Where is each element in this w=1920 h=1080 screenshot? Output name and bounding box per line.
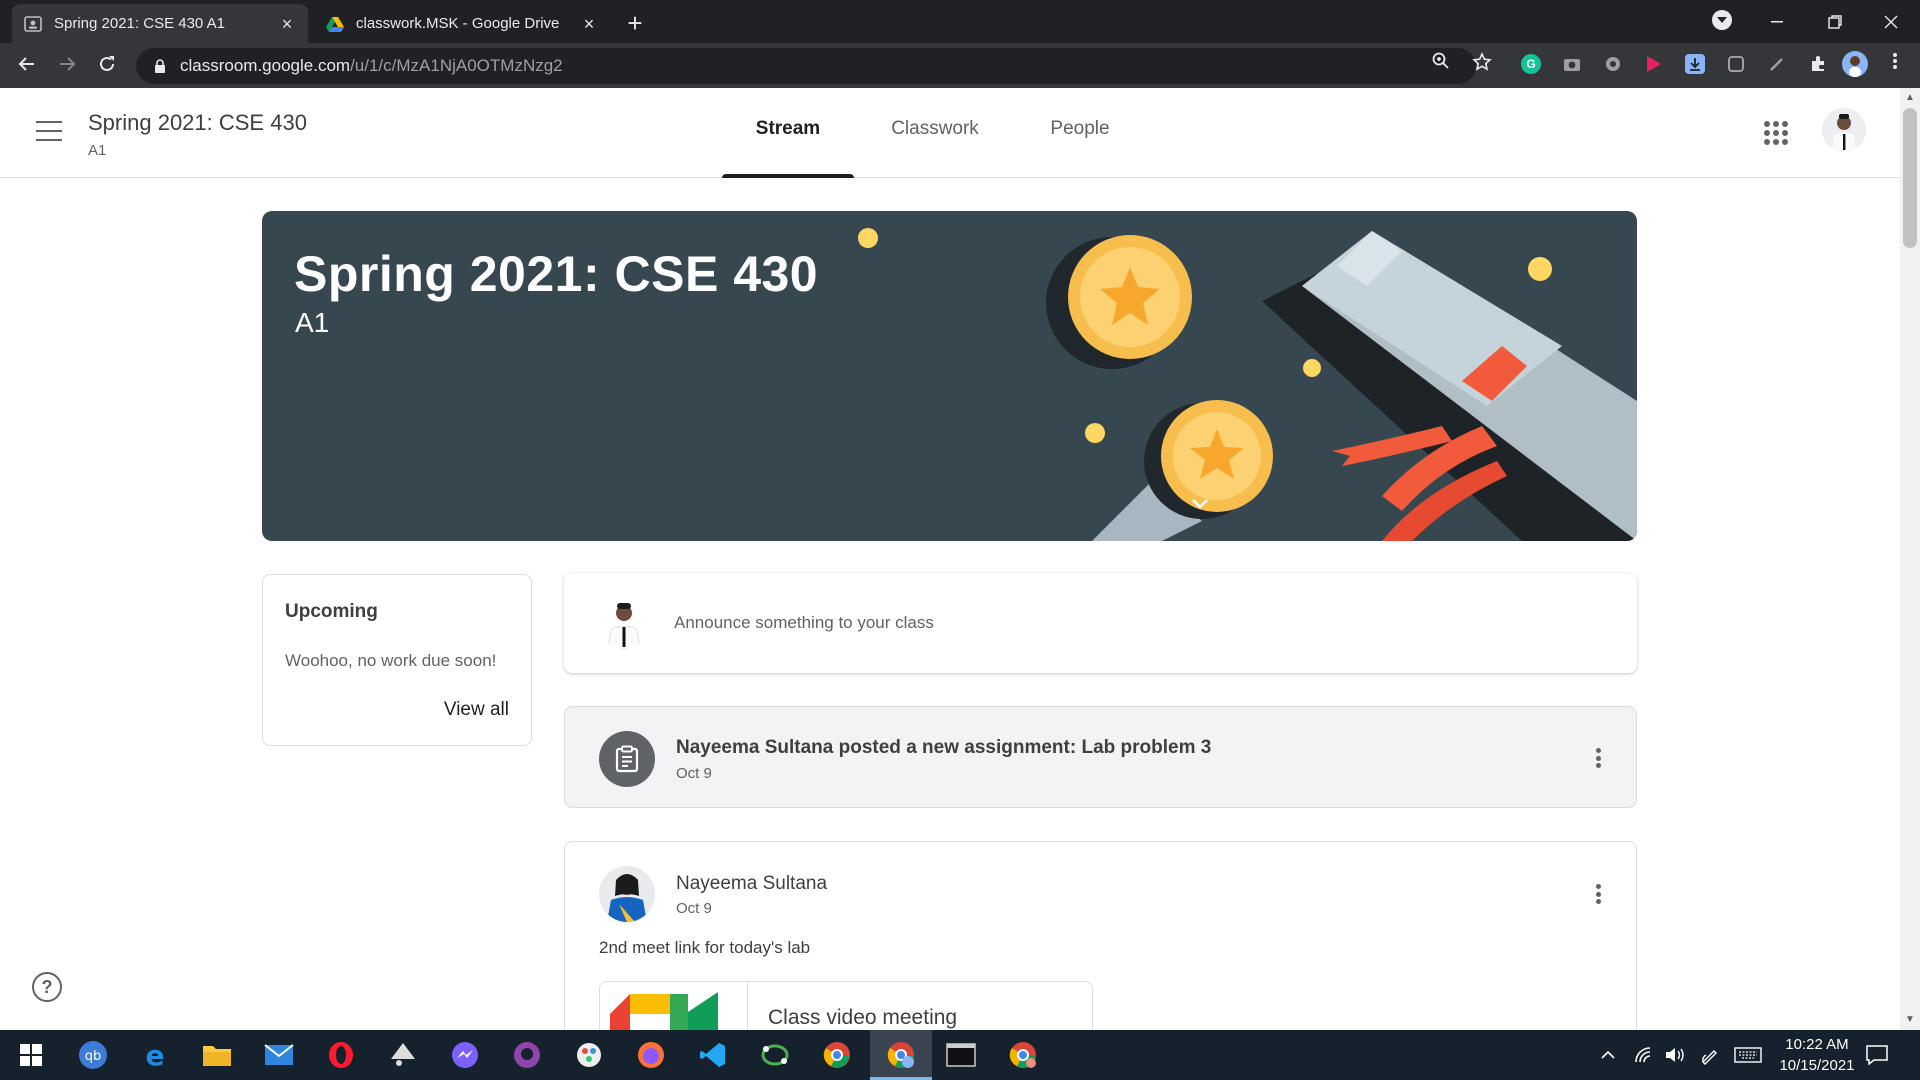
extension-icon-3[interactable] — [1603, 54, 1623, 74]
assignment-item[interactable]: Nayeema Sultana posted a new assignment:… — [564, 706, 1637, 808]
show-hidden-icons[interactable] — [1600, 1030, 1616, 1080]
qbittorrent-icon[interactable]: qb — [76, 1038, 110, 1072]
github-icon[interactable] — [510, 1038, 544, 1072]
classroom-favicon-icon — [24, 15, 42, 32]
banner-section: A1 — [295, 307, 330, 338]
opera-icon[interactable] — [324, 1038, 358, 1072]
close-tab-icon[interactable]: × — [580, 15, 598, 33]
firefox-icon[interactable] — [634, 1038, 668, 1072]
geogebra-icon[interactable] — [758, 1038, 792, 1072]
attachment-label: Class video meeting — [768, 1006, 958, 1029]
author-avatar — [599, 866, 655, 922]
terminal-icon[interactable] — [944, 1038, 978, 1072]
class-title[interactable]: Spring 2021: CSE 430 — [88, 110, 307, 136]
windows-taskbar: qb e 10:22 AM 10/15/2021 — [0, 1030, 1920, 1080]
chrome-secondary-icon[interactable] — [1006, 1038, 1040, 1072]
wifi-icon[interactable] — [1634, 1030, 1654, 1080]
grammarly-extension-icon[interactable]: G — [1521, 54, 1541, 74]
browser-toolbar: classroom.google.com/u/1/c/MzA1NjA0OTMzN… — [0, 43, 1920, 88]
upcoming-heading: Upcoming — [285, 601, 378, 622]
classroom-header: Spring 2021: CSE 430 A1 Stream Classwork… — [0, 88, 1900, 178]
announce-placeholder: Announce something to your class — [674, 613, 934, 632]
system-clock[interactable]: 10:22 AM 10/15/2021 — [1762, 1034, 1872, 1076]
scrollbar-thumb[interactable] — [1903, 108, 1917, 248]
class-section: A1 — [88, 142, 107, 159]
restore-icon[interactable] — [1806, 0, 1864, 43]
assignment-icon — [599, 731, 655, 787]
lock-icon — [155, 59, 165, 73]
tab-title: Spring 2021: CSE 430 A1 — [54, 15, 225, 32]
notification-center-icon[interactable] — [1866, 1030, 1888, 1080]
address-bar[interactable]: classroom.google.com/u/1/c/MzA1NjA0OTMzN… — [136, 48, 1476, 84]
close-tab-icon[interactable]: × — [278, 15, 296, 33]
chrome-icon[interactable] — [820, 1038, 854, 1072]
vscode-icon[interactable] — [696, 1038, 730, 1072]
assignment-title: Nayeema Sultana posted a new assignment:… — [676, 737, 1212, 758]
back-icon[interactable] — [12, 51, 42, 81]
pen-extension-icon[interactable] — [1767, 54, 1787, 74]
stream-post: Nayeema Sultana Oct 9 2nd meet link for … — [564, 841, 1637, 1071]
banner-title: Spring 2021: CSE 430 — [294, 246, 819, 302]
post-author: Nayeema Sultana — [676, 873, 828, 894]
scroll-up-icon[interactable]: ▲ — [1900, 88, 1920, 108]
browser-tab-bar: Spring 2021: CSE 430 A1 × classwork.MSK … — [0, 0, 1920, 43]
close-window-icon[interactable] — [1862, 0, 1920, 43]
view-all-link[interactable]: View all — [444, 699, 509, 721]
post-date: Oct 9 — [676, 900, 712, 917]
upcoming-message: Woohoo, no work due soon! — [285, 651, 497, 670]
chrome-profile-icon[interactable] — [884, 1038, 918, 1072]
announce-box[interactable]: Announce something to your class — [564, 573, 1637, 673]
paint-icon[interactable] — [572, 1038, 606, 1072]
class-banner: Spring 2021: CSE 430 A1 — [262, 211, 1637, 541]
extensions-puzzle-icon[interactable] — [1808, 54, 1828, 74]
reload-icon[interactable] — [92, 51, 122, 81]
pen-workspace-icon[interactable] — [1700, 1030, 1720, 1080]
google-drive-icon — [326, 16, 344, 32]
camera-extension-icon[interactable] — [1562, 54, 1582, 74]
tab-classwork[interactable]: Classwork — [877, 118, 993, 178]
assignment-date: Oct 9 — [676, 765, 712, 782]
messenger-icon[interactable] — [448, 1038, 482, 1072]
zoom-icon[interactable] — [1430, 52, 1452, 74]
forward-icon[interactable] — [52, 51, 82, 81]
browser-tab-drive[interactable]: classwork.MSK - Google Drive × — [314, 4, 610, 43]
upcoming-card: Upcoming Woohoo, no work due soon! View … — [262, 574, 532, 746]
file-explorer-icon[interactable] — [200, 1038, 234, 1072]
user-avatar — [598, 597, 650, 649]
scroll-down-icon[interactable]: ▼ — [1900, 1010, 1920, 1030]
tab-people[interactable]: People — [1038, 118, 1122, 178]
tab-title: classwork.MSK - Google Drive — [356, 15, 560, 32]
touch-keyboard-icon[interactable] — [1734, 1030, 1762, 1080]
tab-stream[interactable]: Stream — [722, 118, 854, 178]
clock-time: 10:22 AM — [1785, 1036, 1849, 1053]
url-text: classroom.google.com/u/1/c/MzA1NjA0OTMzN… — [180, 56, 563, 75]
tab-search-icon[interactable] — [1712, 10, 1732, 30]
post-body: 2nd meet link for today's lab — [599, 938, 811, 957]
help-icon[interactable]: ? — [32, 972, 62, 1002]
clock-date: 10/15/2021 — [1779, 1057, 1855, 1074]
browser-menu-icon[interactable] — [1884, 52, 1906, 74]
new-tab-button[interactable]: + — [620, 8, 650, 38]
download-extension-icon[interactable] — [1685, 54, 1705, 74]
main-menu-icon[interactable] — [36, 121, 62, 141]
volume-icon[interactable] — [1664, 1030, 1686, 1080]
bookmark-star-icon[interactable] — [1471, 52, 1493, 74]
minimize-icon[interactable] — [1748, 0, 1806, 43]
more-options-icon[interactable] — [1586, 746, 1610, 770]
google-apps-icon[interactable] — [1764, 121, 1788, 145]
inkscape-icon[interactable] — [386, 1038, 420, 1072]
edge-icon[interactable]: e — [138, 1038, 172, 1072]
windows-start-icon[interactable] — [14, 1038, 48, 1072]
svg-text:qb: qb — [85, 1049, 102, 1064]
mail-icon[interactable] — [262, 1038, 296, 1072]
more-options-icon[interactable] — [1586, 882, 1610, 906]
play-extension-icon[interactable] — [1644, 54, 1664, 74]
svg-text:e: e — [146, 1041, 165, 1069]
extension-icon-6[interactable] — [1726, 54, 1746, 74]
account-avatar[interactable] — [1822, 108, 1866, 152]
browser-profile-avatar[interactable] — [1842, 51, 1868, 77]
chevron-down-icon[interactable] — [1187, 491, 1213, 517]
browser-tab-classroom[interactable]: Spring 2021: CSE 430 A1 × — [12, 4, 308, 43]
